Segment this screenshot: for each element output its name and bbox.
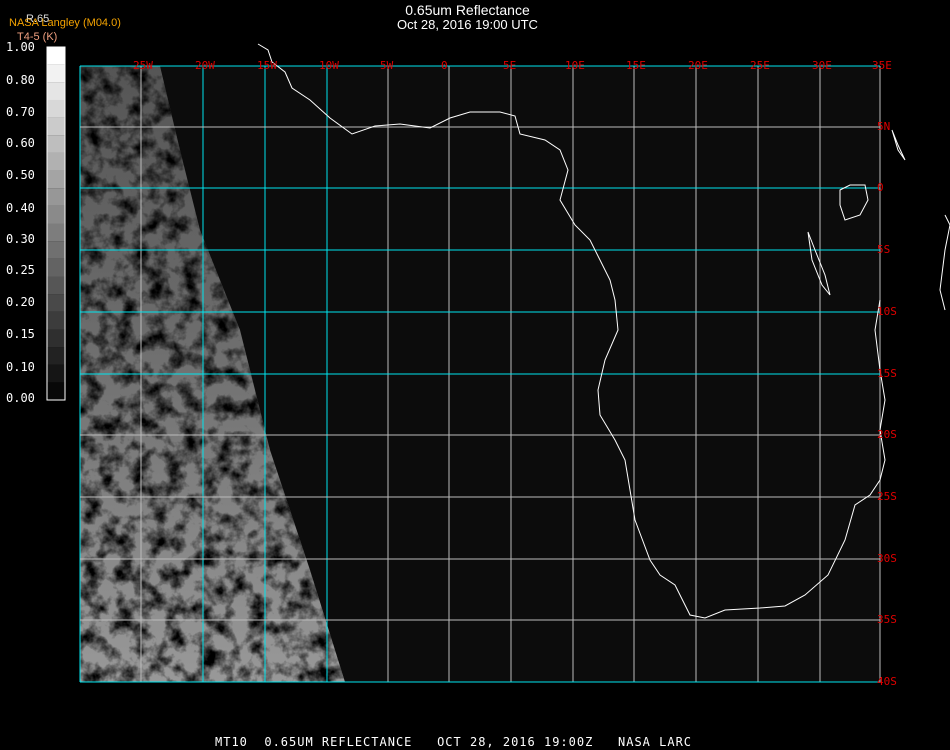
colorbar-step (47, 135, 65, 153)
colorbar-step (47, 276, 65, 295)
colorbar-step (47, 258, 65, 277)
colorbar-step (47, 329, 65, 348)
colorbar-tick-label: 0.00 (6, 391, 35, 405)
colorbar-step (47, 223, 65, 242)
latitude-label: 20S (877, 428, 897, 441)
colorbar-step (47, 294, 65, 312)
colorbar-step (47, 152, 65, 171)
colorbar-step (47, 188, 65, 206)
latitude-label: 30S (877, 552, 897, 565)
footer-caption: MT10 0.65UM REFLECTANCE OCT 28, 2016 19:… (215, 735, 693, 749)
latitude-label: 15S (877, 367, 897, 380)
longitude-label: 10E (565, 59, 585, 72)
longitude-label: 20E (688, 59, 708, 72)
latitude-label: 25S (877, 490, 897, 503)
longitude-label: 35E (872, 59, 892, 72)
longitude-label: 25E (750, 59, 770, 72)
colorbar-tick-label: 1.00 (6, 40, 35, 54)
colorbar-tick-label: 0.60 (6, 136, 35, 150)
latitude-label: 40S (877, 675, 897, 688)
colorbar-step (47, 382, 65, 401)
colorbar-tick-label: 0.30 (6, 232, 35, 246)
colorbar-step (47, 117, 65, 136)
colorbar-tick-label: 0.70 (6, 105, 35, 119)
colorbar-step (47, 47, 65, 65)
colorbar-tick-label: 0.50 (6, 168, 35, 182)
colorbar-step (47, 311, 65, 330)
longitude-label: 30E (812, 59, 832, 72)
longitude-label: 5W (380, 59, 394, 72)
colorbar-tick-label: 0.15 (6, 327, 35, 341)
colorbar-step (47, 241, 65, 259)
colorbar-step (47, 170, 65, 189)
colorbar-tick-label: 0.25 (6, 263, 35, 277)
longitude-label: 15E (626, 59, 646, 72)
satellite-map (46, 43, 950, 683)
latitude-label: 10S (877, 305, 897, 318)
latitude-label: 35S (877, 613, 897, 626)
colorbar-step (47, 364, 65, 383)
longitude-label: 25W (133, 59, 153, 72)
longitude-label: 0 (441, 59, 448, 72)
colorbar-step (47, 64, 65, 83)
colorbar-tick-label: 0.10 (6, 360, 35, 374)
latitude-label: 0 (877, 181, 884, 194)
colorbar-step (47, 205, 65, 224)
latitude-label: 5N (877, 120, 891, 133)
longitude-label: 15W (257, 59, 277, 72)
longitude-label: 10W (319, 59, 339, 72)
latitude-label: 5S (877, 243, 891, 256)
colorbar-tick-label: 0.80 (6, 73, 35, 87)
colorbar-step (47, 99, 65, 118)
colorbar (46, 46, 66, 401)
longitude-label: 20W (195, 59, 215, 72)
longitude-label: 5E (503, 59, 517, 72)
colorbar-tick-label: 0.20 (6, 295, 35, 309)
colorbar-step (47, 82, 65, 100)
colorbar-step (47, 347, 65, 365)
colorbar-tick-label: 0.40 (6, 201, 35, 215)
